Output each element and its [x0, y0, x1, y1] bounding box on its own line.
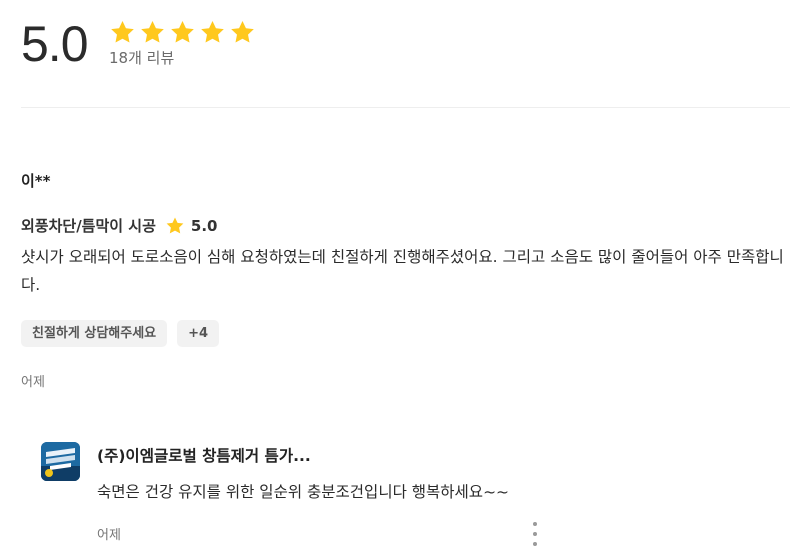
star-icon: [201, 21, 224, 43]
star-icon: [171, 21, 194, 43]
vertical-dots-icon[interactable]: [527, 522, 543, 546]
divider: [21, 107, 790, 108]
review-score: 5.0: [190, 216, 218, 235]
review-date: 어제: [21, 375, 45, 390]
review-tags: 친절하게 상담해주세요 +4: [21, 320, 220, 347]
star-icon: [111, 21, 134, 43]
average-score: 5.0: [21, 16, 89, 72]
star-icon: [231, 21, 254, 43]
tag-chip: 친절하게 상담해주세요: [21, 320, 168, 347]
dot: [533, 542, 537, 546]
company-logo: [41, 442, 80, 481]
dot: [533, 522, 537, 526]
review-text: 샷시가 오래되어 도로소음이 심해 요청하였는데 친절하게 진행해주셨어요. 그…: [21, 248, 784, 294]
reviewer-name: 이**: [21, 172, 51, 190]
reply-date: 어제: [97, 528, 121, 543]
review-count[interactable]: 18개 리뷰: [109, 47, 174, 68]
star-icon: [166, 217, 184, 233]
service-name: 외풍차단/틈막이 시공: [21, 217, 156, 235]
star-rating: [109, 19, 256, 46]
reply-text: 숙면은 건강 유지를 위한 일순위 충분조건입니다 행복하세요~~: [97, 483, 510, 501]
review-service-line: 외풍차단/틈막이 시공 5.0: [21, 215, 217, 236]
company-name[interactable]: (주)이엠글로벌 창틈제거 틈가...: [97, 444, 311, 466]
company-logo-icon: [41, 442, 80, 481]
star-icon: [141, 21, 164, 43]
dot: [533, 532, 537, 536]
more-tags-button[interactable]: +4: [177, 320, 220, 347]
